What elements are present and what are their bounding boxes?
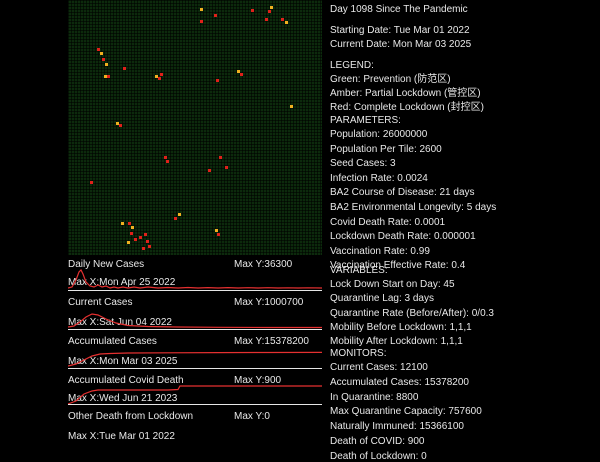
monitors-title: MONITORS: [330,348,387,359]
variables-item: Lock Down Start on Day: 45 [330,279,455,290]
monitors-item: Max Quarantine Capacity: 757600 [330,406,482,418]
parameters-item: Lockdown Death Rate: 0.000001 [330,231,476,243]
monitors-item: Death of Lockdown: 0 [330,450,427,462]
complete-lockdown-cell [174,217,177,220]
complete-lockdown-cell [200,20,203,23]
legend-red: Red: Complete Lockdown (封控区) [330,102,484,113]
complete-lockdown-cell [164,156,167,159]
infection-cells [90,6,293,250]
monitors-item: Naturally Immuned: 15366100 [330,421,464,433]
simulation-grid-map [68,0,322,255]
chart-max-y: Max Y:0 [234,411,270,422]
complete-lockdown-cell [128,222,131,225]
complete-lockdown-cell [119,124,122,127]
complete-lockdown-cell [134,238,137,241]
parameters-item: BA2 Course of Disease: 21 days [330,187,475,199]
complete-lockdown-cell [225,166,228,169]
complete-lockdown-cell [268,10,271,13]
partial-lockdown-cell [100,52,103,55]
accumulated-covid-death-line [68,385,322,405]
parameters-item: Seed Cases: 3 [330,158,396,170]
chart-daily-new-cases: Daily New Cases Max Y:36300 Max X:Mon Ap… [68,258,322,295]
partial-lockdown-cell [200,8,203,11]
variables-item: Mobility Before Lockdown: 1,1,1 [330,321,472,333]
complete-lockdown-cell [102,58,105,61]
complete-lockdown-cell [240,73,243,76]
chart-title: Other Death from Lockdown [68,411,194,422]
partial-lockdown-cell [116,122,119,125]
chart-baseline [68,329,322,330]
legend-green: Green: Prevention (防范区) [330,74,451,85]
partial-lockdown-cell [104,75,107,78]
parameters-item: BA2 Environmental Longevity: 5 days [330,202,497,213]
chart-baseline [68,368,322,369]
chart-accumulated-cases: Accumulated Cases Max Y:15378200 Max X:M… [68,335,322,373]
parameters-item: Population: 26000000 [330,129,428,140]
starting-date: Starting Date: Tue Mar 01 2022 [330,25,470,36]
partial-lockdown-cell [290,105,293,108]
partial-lockdown-cell [178,213,181,216]
partial-lockdown-cell [105,63,108,66]
parameters-item: Vaccination Rate: 0.99 [330,245,430,257]
complete-lockdown-cell [251,9,254,12]
chart-baseline [68,404,322,405]
complete-lockdown-cell [144,233,147,236]
complete-lockdown-cell [90,181,93,184]
partial-lockdown-cell [237,70,240,73]
variables-item: Mobility After Lockdown: 1,1,1 [330,336,463,348]
partial-lockdown-cell [215,229,218,232]
monitors-item: In Quarantine: 8800 [330,391,419,403]
monitors-item: Current Cases: 12100 [330,362,428,373]
partial-lockdown-cell [155,75,158,78]
complete-lockdown-cell [146,240,149,243]
complete-lockdown-cell [217,233,220,236]
current-date: Current Date: Mon Mar 03 2025 [330,39,472,50]
complete-lockdown-cell [265,18,268,21]
complete-lockdown-cell [214,14,217,17]
complete-lockdown-cell [123,67,126,70]
monitors-item: Accumulated Cases: 15378200 [330,376,469,388]
parameters-item: Population Per Tile: 2600 [330,143,442,155]
parameters-title: PARAMETERS: [330,115,401,126]
left-blank-area [0,0,68,449]
parameters-item: Infection Rate: 0.0024 [330,172,428,184]
day-counter: Day 1098 Since The Pandemic [330,4,468,15]
partial-lockdown-cell [127,241,130,244]
complete-lockdown-cell [139,236,142,239]
partial-lockdown-cell [121,222,124,225]
complete-lockdown-cell [216,79,219,82]
complete-lockdown-cell [148,245,151,248]
complete-lockdown-cell [130,232,133,235]
complete-lockdown-cell [107,75,110,78]
variables-item: Quarantine Lag: 3 days [330,293,434,305]
complete-lockdown-cell [158,77,161,80]
partial-lockdown-cell [131,226,134,229]
legend-amber: Amber: Partial Lockdown (管控区) [330,88,481,99]
complete-lockdown-cell [208,169,211,172]
variables-title: VARIABLES: [330,265,388,276]
chart-other-death-from-lockdown: Other Death from Lockdown Max Y:0 Max X:… [68,409,322,445]
monitors-item: Death of COVID: 900 [330,436,425,447]
partial-lockdown-cell [270,6,273,9]
complete-lockdown-cell [160,73,163,76]
chart-max-x: Max X:Tue Mar 01 2022 [68,431,175,442]
parameters-item: Covid Death Rate: 0.0001 [330,216,446,228]
variables-item: Quarantine Rate (Before/After): 0/0.3 [330,307,494,319]
chart-baseline [68,290,322,291]
chart-accumulated-covid-death: Accumulated Covid Death Max Y:900 Max X:… [68,374,322,406]
chart-current-cases: Current Cases Max Y:1000700 Max X:Sat Ju… [68,296,322,334]
complete-lockdown-cell [281,18,284,21]
complete-lockdown-cell [142,247,145,250]
complete-lockdown-cell [219,156,222,159]
complete-lockdown-cell [97,48,100,51]
complete-lockdown-cell [166,160,169,163]
partial-lockdown-cell [285,21,288,24]
